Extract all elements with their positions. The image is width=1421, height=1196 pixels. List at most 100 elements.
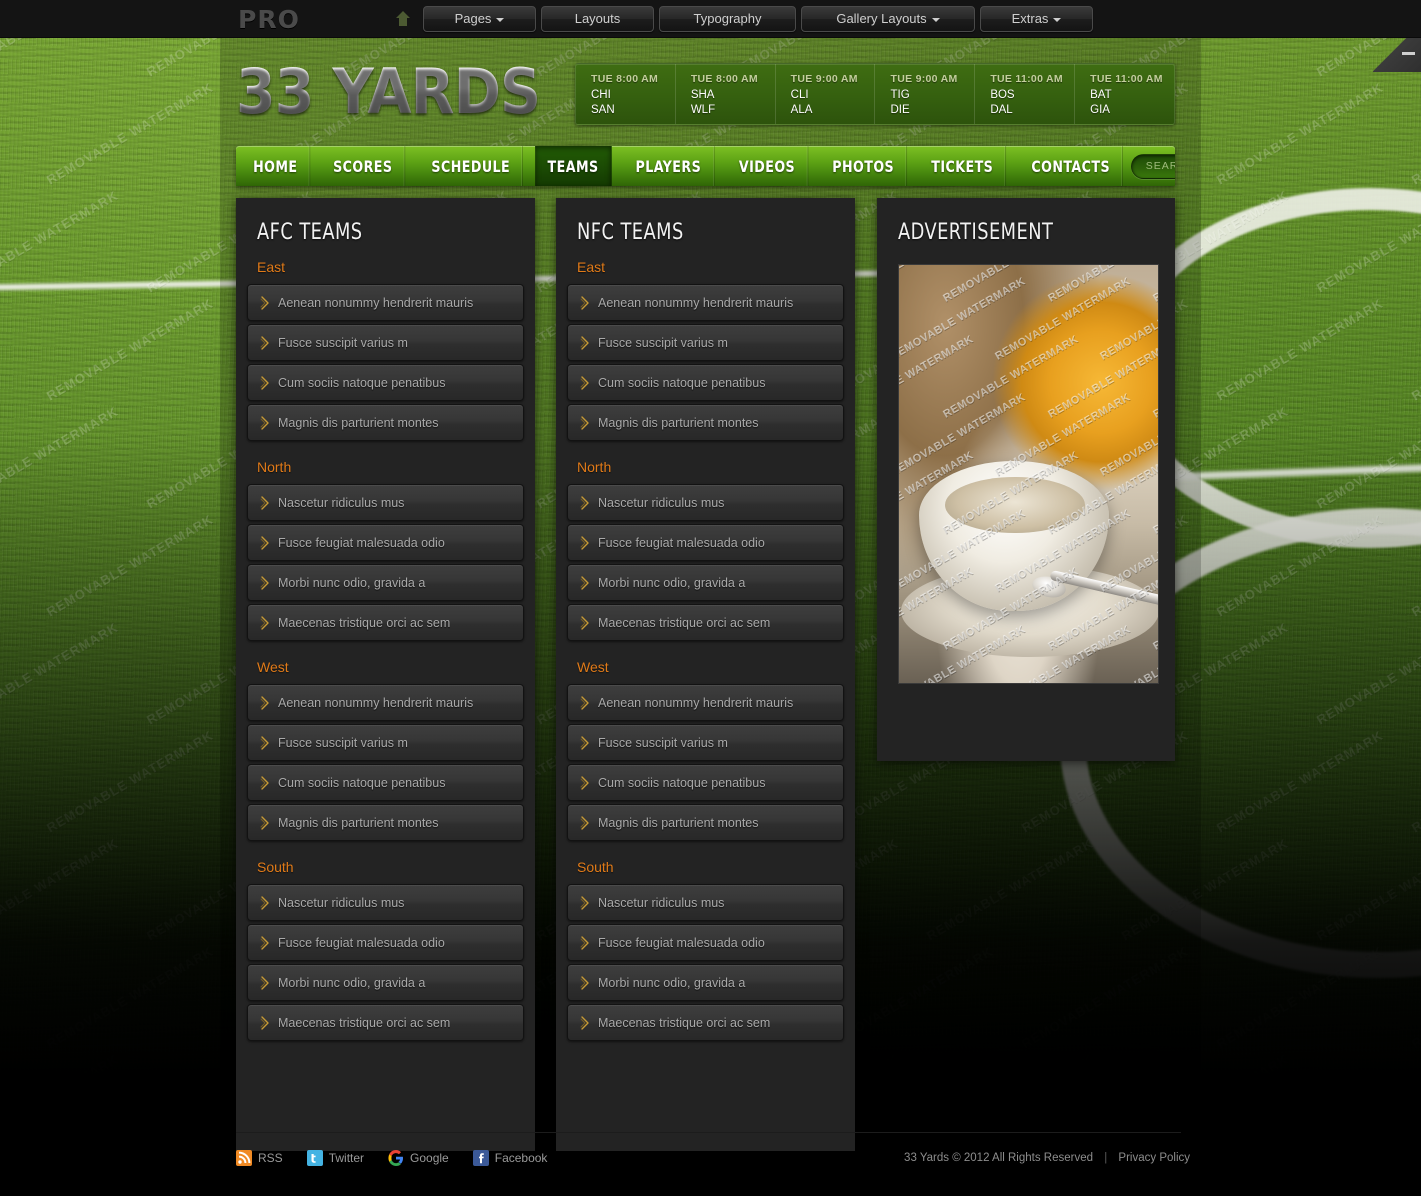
list-item[interactable]: Morbi nunc odio, gravida a xyxy=(567,964,844,1001)
nav-item-label: HOME xyxy=(253,156,298,176)
team-name: Fusce suscipit varius m xyxy=(598,735,728,750)
topbar-button-label: Typography xyxy=(693,11,762,26)
topbar-button-label: Layouts xyxy=(574,11,621,26)
list-item[interactable]: Fusce suscipit varius m xyxy=(247,724,524,761)
division-heading-west: West xyxy=(577,659,609,675)
social-link-rss[interactable]: RSS xyxy=(236,1150,283,1166)
list-item[interactable]: Aenean nonummy hendrerit mauris xyxy=(567,284,844,321)
team-name: Cum sociis natoque penatibus xyxy=(278,375,446,390)
chevron-down-icon xyxy=(496,17,505,22)
list-item[interactable]: Fusce suscipit varius m xyxy=(247,324,524,361)
list-item[interactable]: Maecenas tristique orci ac sem xyxy=(567,1004,844,1041)
social-link-label: Google xyxy=(410,1151,449,1165)
list-item[interactable]: Fusce feugiat malesuada odio xyxy=(567,524,844,561)
list-item[interactable]: Maecenas tristique orci ac sem xyxy=(247,604,524,641)
search-container xyxy=(1130,146,1175,186)
topbar-button-gallery-layouts[interactable]: Gallery Layouts xyxy=(801,6,975,32)
chevron-right-icon xyxy=(578,575,592,590)
game-home-team: DIE xyxy=(890,104,910,116)
team-list: Nascetur ridiculus mus Fusce feugiat male… xyxy=(247,484,524,641)
list-item[interactable]: Fusce suscipit varius m xyxy=(567,724,844,761)
nav-item-schedule[interactable]: SCHEDULE xyxy=(419,146,524,186)
social-link-facebook[interactable]: Facebook xyxy=(472,1150,547,1166)
list-item[interactable]: Aenean nonummy hendrerit mauris xyxy=(247,284,524,321)
site-footer: RSS Twitter Google Facebook 33 Yards © 2012… xyxy=(220,1140,1201,1190)
social-link-google[interactable]: Google xyxy=(388,1150,449,1166)
chevron-right-icon xyxy=(258,815,272,830)
list-item[interactable]: Nascetur ridiculus mus xyxy=(567,884,844,921)
list-item[interactable]: Cum sociis natoque penatibus xyxy=(247,764,524,801)
team-name: Nascetur ridiculus mus xyxy=(278,895,405,910)
game-home-team: WLF xyxy=(690,104,716,116)
game-away-team: TIG xyxy=(890,89,910,101)
schedule-game[interactable]: TUE 9:00 AM TIG DIE xyxy=(875,64,976,124)
schedule-game[interactable]: TUE 9:00 AM CLI ALA xyxy=(776,64,876,124)
schedule-game[interactable]: TUE 8:00 AM CHI SAN xyxy=(576,64,676,124)
nav-item-videos[interactable]: VIDEOS xyxy=(726,146,809,186)
nav-item-label: PLAYERS xyxy=(635,156,702,176)
schedule-game[interactable]: TUE 11:00 AM BAT GIA xyxy=(1075,64,1174,124)
topbar-button-extras[interactable]: Extras xyxy=(980,6,1093,32)
list-item[interactable]: Cum sociis natoque penatibus xyxy=(247,364,524,401)
team-name: Maecenas tristique orci ac sem xyxy=(598,615,771,630)
list-item[interactable]: Fusce feugiat malesuada odio xyxy=(247,924,524,961)
topbar-button-typography[interactable]: Typography xyxy=(659,6,796,32)
team-name: Magnis dis parturient montes xyxy=(598,815,759,830)
team-name: Aenean nonummy hendrerit mauris xyxy=(598,295,794,310)
chevron-right-icon xyxy=(578,535,592,550)
list-item[interactable]: Nascetur ridiculus mus xyxy=(567,484,844,521)
team-name: Nascetur ridiculus mus xyxy=(278,495,405,510)
social-link-twitter[interactable]: Twitter xyxy=(306,1150,364,1166)
schedule-game[interactable]: TUE 11:00 AM BOS DAL xyxy=(975,64,1076,124)
list-item[interactable]: Cum sociis natoque penatibus xyxy=(567,764,844,801)
division-heading-east: East xyxy=(257,259,286,275)
home-icon[interactable] xyxy=(395,10,411,28)
topbar-button-pages[interactable]: Pages xyxy=(423,6,536,32)
list-item[interactable]: Cum sociis natoque penatibus xyxy=(567,364,844,401)
nav-item-contacts[interactable]: CONTACTS xyxy=(1020,146,1124,186)
list-item[interactable]: Morbi nunc odio, gravida a xyxy=(247,964,524,1001)
list-item[interactable]: Fusce suscipit varius m xyxy=(567,324,844,361)
social-link-label: RSS xyxy=(258,1151,283,1165)
schedule-game[interactable]: TUE 8:00 AM SHA WLF xyxy=(676,64,776,124)
list-item[interactable]: Fusce feugiat malesuada odio xyxy=(247,524,524,561)
team-name: Aenean nonummy hendrerit mauris xyxy=(278,695,474,710)
nav-item-home[interactable]: HOME xyxy=(241,146,311,186)
topbar-button-layouts[interactable]: Layouts xyxy=(541,6,654,32)
list-item[interactable]: Morbi nunc odio, gravida a xyxy=(567,564,844,601)
game-away-team: CHI xyxy=(591,89,611,101)
page-title: AFC TEAMS xyxy=(257,220,363,245)
nav-item-photos[interactable]: PHOTOS xyxy=(820,146,908,186)
list-item[interactable]: Nascetur ridiculus mus xyxy=(247,484,524,521)
minimize-icon[interactable] xyxy=(1402,52,1415,55)
list-item[interactable]: Magnis dis parturient montes xyxy=(247,804,524,841)
team-name: Morbi nunc odio, gravida a xyxy=(598,975,746,990)
pro-brand-label: PRO xyxy=(238,5,300,34)
advertisement-panel: ADVERTISEMENT REMOVABLE WATERMARK REMOVAB… xyxy=(877,198,1175,761)
nav-item-teams[interactable]: TEAMS xyxy=(535,146,613,186)
team-name: Maecenas tristique orci ac sem xyxy=(278,615,451,630)
search-input[interactable] xyxy=(1130,153,1175,179)
privacy-policy-link[interactable]: Privacy Policy xyxy=(1118,1152,1190,1164)
list-item[interactable]: Fusce feugiat malesuada odio xyxy=(567,924,844,961)
list-item[interactable]: Aenean nonummy hendrerit mauris xyxy=(567,684,844,721)
chevron-right-icon xyxy=(578,815,592,830)
nav-item-tickets[interactable]: TICKETS xyxy=(919,146,1007,186)
corner-minimize-widget[interactable] xyxy=(1373,38,1421,72)
nav-item-scores[interactable]: SCORES xyxy=(321,146,407,186)
list-item[interactable]: Magnis dis parturient montes xyxy=(567,404,844,441)
game-time: TUE 11:00 AM xyxy=(1090,73,1163,85)
main-navigation: HOME SCORES SCHEDULE TEAMS PLAYERS VIDEOS PHOT… xyxy=(236,146,1175,186)
nav-item-players[interactable]: PLAYERS xyxy=(624,146,715,186)
list-item[interactable]: Maecenas tristique orci ac sem xyxy=(567,604,844,641)
list-item[interactable]: Morbi nunc odio, gravida a xyxy=(247,564,524,601)
site-logo[interactable]: 33 YARDS xyxy=(236,55,541,128)
list-item[interactable]: Magnis dis parturient montes xyxy=(567,804,844,841)
list-item[interactable]: Maecenas tristique orci ac sem xyxy=(247,1004,524,1041)
team-name: Fusce suscipit varius m xyxy=(598,335,728,350)
game-time: TUE 8:00 AM xyxy=(690,73,758,85)
list-item[interactable]: Magnis dis parturient montes xyxy=(247,404,524,441)
advertisement-image[interactable]: REMOVABLE WATERMARK REMOVABLE WATERMARK RE… xyxy=(898,264,1159,684)
list-item[interactable]: Nascetur ridiculus mus xyxy=(247,884,524,921)
list-item[interactable]: Aenean nonummy hendrerit mauris xyxy=(247,684,524,721)
